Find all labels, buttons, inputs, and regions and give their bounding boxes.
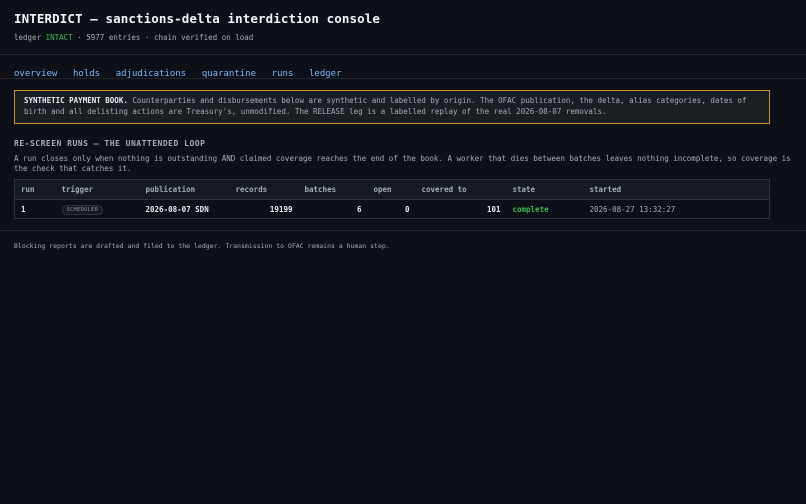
started-cell: 2026-08-27 13:32:27 <box>583 199 770 219</box>
col-publication: publication <box>139 179 230 200</box>
state-cell: complete <box>506 199 584 219</box>
col-state: state <box>506 179 584 200</box>
col-open: open <box>367 179 416 200</box>
nav-overview[interactable]: overview <box>14 69 57 79</box>
nav-runs[interactable]: runs <box>272 69 294 79</box>
publication-cell: 2026-08-07 SDN <box>139 199 230 219</box>
batches-cell: 6 <box>298 199 368 219</box>
col-run: run <box>14 179 56 200</box>
nav-ledger[interactable]: ledger <box>309 69 342 79</box>
col-records: records <box>229 179 299 200</box>
main-nav: overview holds adjudications quarantine … <box>0 55 806 79</box>
page-title: INTERDICT — sanctions-delta interdiction… <box>14 11 381 26</box>
col-trigger: trigger <box>55 179 140 200</box>
run-id: 1 <box>14 199 56 219</box>
section-title: RE-SCREEN RUNS — THE UNATTENDED LOOP <box>14 139 206 148</box>
col-started: started <box>583 179 770 200</box>
ledger-status: ledger INTACT · 5977 entries · chain ver… <box>14 32 792 44</box>
ledger-state-badge: INTACT <box>45 33 73 42</box>
trigger-badge: SCHEDULER <box>61 204 104 215</box>
nav-adjudications[interactable]: adjudications <box>116 69 186 79</box>
ledger-label: ledger <box>14 33 42 42</box>
footer-note: Blocking reports are drafted and filed t… <box>14 242 390 250</box>
col-covered-to: covered to <box>415 179 507 200</box>
banner-text: Counterparties and disbursements below a… <box>24 96 747 116</box>
footer-divider <box>0 230 806 231</box>
trigger-cell: SCHEDULER <box>55 199 140 219</box>
open-cell: 0 <box>367 199 416 219</box>
col-batches: batches <box>298 179 368 200</box>
banner-heading: SYNTHETIC PAYMENT BOOK. <box>24 96 128 105</box>
ledger-detail: · 5977 entries · chain verified on load <box>77 33 254 42</box>
table-row[interactable]: 1 SCHEDULER 2026-08-07 SDN 19199 6 0 101… <box>14 199 770 219</box>
synthetic-data-banner: SYNTHETIC PAYMENT BOOK. Counterparties a… <box>14 90 770 124</box>
runs-table: run trigger publication records batches … <box>14 179 770 219</box>
records-cell: 19199 <box>229 199 299 219</box>
section-description: A run closes only when nothing is outsta… <box>14 154 791 173</box>
page-header: INTERDICT — sanctions-delta interdiction… <box>0 0 806 44</box>
nav-quarantine[interactable]: quarantine <box>202 69 256 79</box>
table-header-row: run trigger publication records batches … <box>14 179 770 200</box>
nav-holds[interactable]: holds <box>73 69 100 79</box>
covered-to-cell: 101 <box>415 199 507 219</box>
